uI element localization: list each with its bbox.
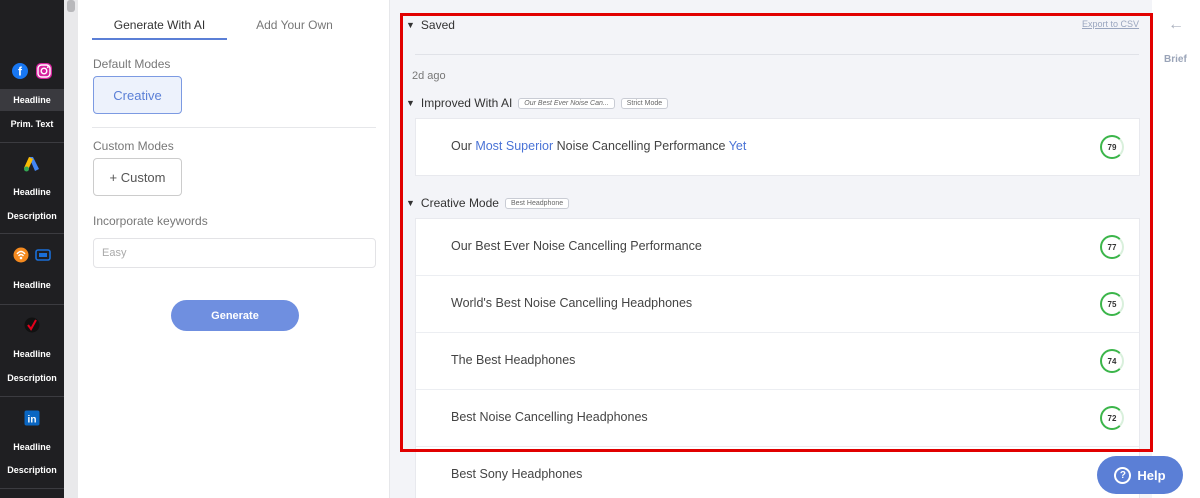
result-row[interactable]: Best Sony Headphones — [416, 447, 1139, 498]
divider — [0, 304, 64, 305]
audio-video-icons — [0, 247, 64, 263]
keywords-input[interactable]: Easy — [93, 238, 376, 268]
help-label: Help — [1137, 467, 1166, 483]
divider — [92, 127, 376, 128]
sidebar-item-google-headline[interactable]: Headline — [0, 186, 64, 198]
result-text: Our Best Ever Noise Cancelling Performan… — [451, 239, 702, 253]
caret-down-icon: ▼ — [406, 98, 415, 108]
sidebar-item-audio-headline[interactable]: Headline — [0, 279, 64, 291]
score-badge: 75 — [1100, 292, 1124, 316]
help-button[interactable]: ? Help — [1097, 456, 1183, 494]
result-text: World's Best Noise Cancelling Headphones — [451, 296, 693, 310]
tab-add-your-own[interactable]: Add Your Own — [227, 10, 362, 40]
arrow-left-icon[interactable]: ← — [1168, 16, 1184, 34]
caret-down-icon: ▼ — [406, 198, 415, 208]
score-badge: 79 — [1100, 135, 1124, 159]
saved-timestamp: 2d ago — [412, 70, 446, 82]
sidebar-item-linkedin-headline[interactable]: Headline — [0, 441, 64, 453]
generate-button[interactable]: Generate — [171, 300, 299, 331]
google-ads-icons — [0, 155, 64, 173]
facebook-icon: f — [12, 63, 28, 79]
tab-generate-with-ai[interactable]: Generate With AI — [92, 10, 227, 40]
creative-title: Creative Mode — [420, 196, 499, 210]
result-text: Best Sony Headphones — [451, 467, 583, 481]
question-icon: ? — [1114, 466, 1132, 484]
saved-title: Saved — [420, 18, 455, 32]
sidebar-item-meta-primary-text[interactable]: Prim. Text — [0, 118, 64, 130]
result-text: Our Most Superior Noise Cancelling Perfo… — [451, 139, 747, 153]
sidebar-item-verizon-description[interactable]: Description — [0, 372, 64, 384]
sidebar-scrollbar[interactable] — [64, 0, 78, 498]
creative-section-header[interactable]: ▼ Creative Mode Best Headphone — [406, 196, 570, 210]
strict-mode-tag: Strict Mode — [620, 97, 669, 109]
creative-mode-button[interactable]: Creative — [93, 76, 182, 114]
brief-link[interactable]: Brief — [1164, 54, 1187, 65]
score-badge: 74 — [1100, 349, 1124, 373]
divider — [0, 488, 64, 489]
result-row[interactable]: Best Noise Cancelling Headphones 72 — [416, 390, 1139, 447]
export-csv-link[interactable]: Export to CSV — [1082, 19, 1139, 29]
score-badge: 77 — [1100, 235, 1124, 259]
linkedin-icons: in — [0, 410, 64, 426]
creative-results-card: Our Best Ever Noise Cancelling Performan… — [415, 218, 1140, 498]
sidebar-item-linkedin-description[interactable]: Description — [0, 464, 64, 476]
divider — [0, 142, 64, 143]
caret-down-icon: ▼ — [406, 20, 415, 30]
generation-panel: Generate With AI Add Your Own Default Mo… — [78, 0, 390, 498]
platform-sidebar: f Headline Prim. Text Headline Descripti… — [0, 0, 78, 498]
linkedin-icon: in — [24, 410, 40, 426]
source-text-tag: Our Best Ever Noise Can... — [518, 97, 615, 109]
sidebar-item-google-description[interactable]: Description — [0, 210, 64, 222]
divider — [0, 396, 64, 397]
improved-results-card: Our Most Superior Noise Cancelling Perfo… — [415, 118, 1140, 176]
score-badge: 72 — [1100, 406, 1124, 430]
divider — [415, 54, 1139, 55]
verizon-icons — [0, 317, 64, 333]
meta-icons: f — [0, 62, 64, 80]
podcast-icon — [13, 247, 29, 263]
instagram-icon — [36, 63, 52, 79]
svg-text:in: in — [28, 415, 37, 426]
result-text: The Best Headphones — [451, 353, 576, 367]
keyword-tag: Best Headphone — [504, 197, 570, 209]
custom-modes-label: Custom Modes — [93, 139, 174, 153]
tv-icon — [35, 249, 51, 261]
divider — [0, 233, 64, 234]
result-row[interactable]: The Best Headphones 74 — [416, 333, 1139, 390]
sidebar-item-verizon-headline[interactable]: Headline — [0, 348, 64, 360]
keywords-label: Incorporate keywords — [93, 214, 208, 228]
verizon-check-icon — [24, 317, 40, 333]
result-text: Best Noise Cancelling Headphones — [451, 410, 648, 424]
sidebar-scrollbar-thumb[interactable] — [67, 0, 75, 12]
panel-tabs: Generate With AI Add Your Own — [92, 10, 362, 40]
google-ads-icon — [24, 157, 39, 172]
sidebar-item-meta-headline[interactable]: Headline — [0, 89, 64, 111]
result-row[interactable]: Our Best Ever Noise Cancelling Performan… — [416, 219, 1139, 276]
result-row[interactable]: World's Best Noise Cancelling Headphones… — [416, 276, 1139, 333]
improved-section-header[interactable]: ▼ Improved With AI Our Best Ever Noise C… — [406, 96, 669, 110]
default-modes-label: Default Modes — [93, 57, 171, 71]
result-row[interactable]: Our Most Superior Noise Cancelling Perfo… — [416, 119, 1139, 176]
improved-title: Improved With AI — [420, 96, 513, 110]
saved-section-header[interactable]: ▼ Saved — [406, 18, 455, 32]
right-rail: ← Brief — [1152, 0, 1200, 498]
add-custom-mode-button[interactable]: + Custom — [93, 158, 182, 196]
